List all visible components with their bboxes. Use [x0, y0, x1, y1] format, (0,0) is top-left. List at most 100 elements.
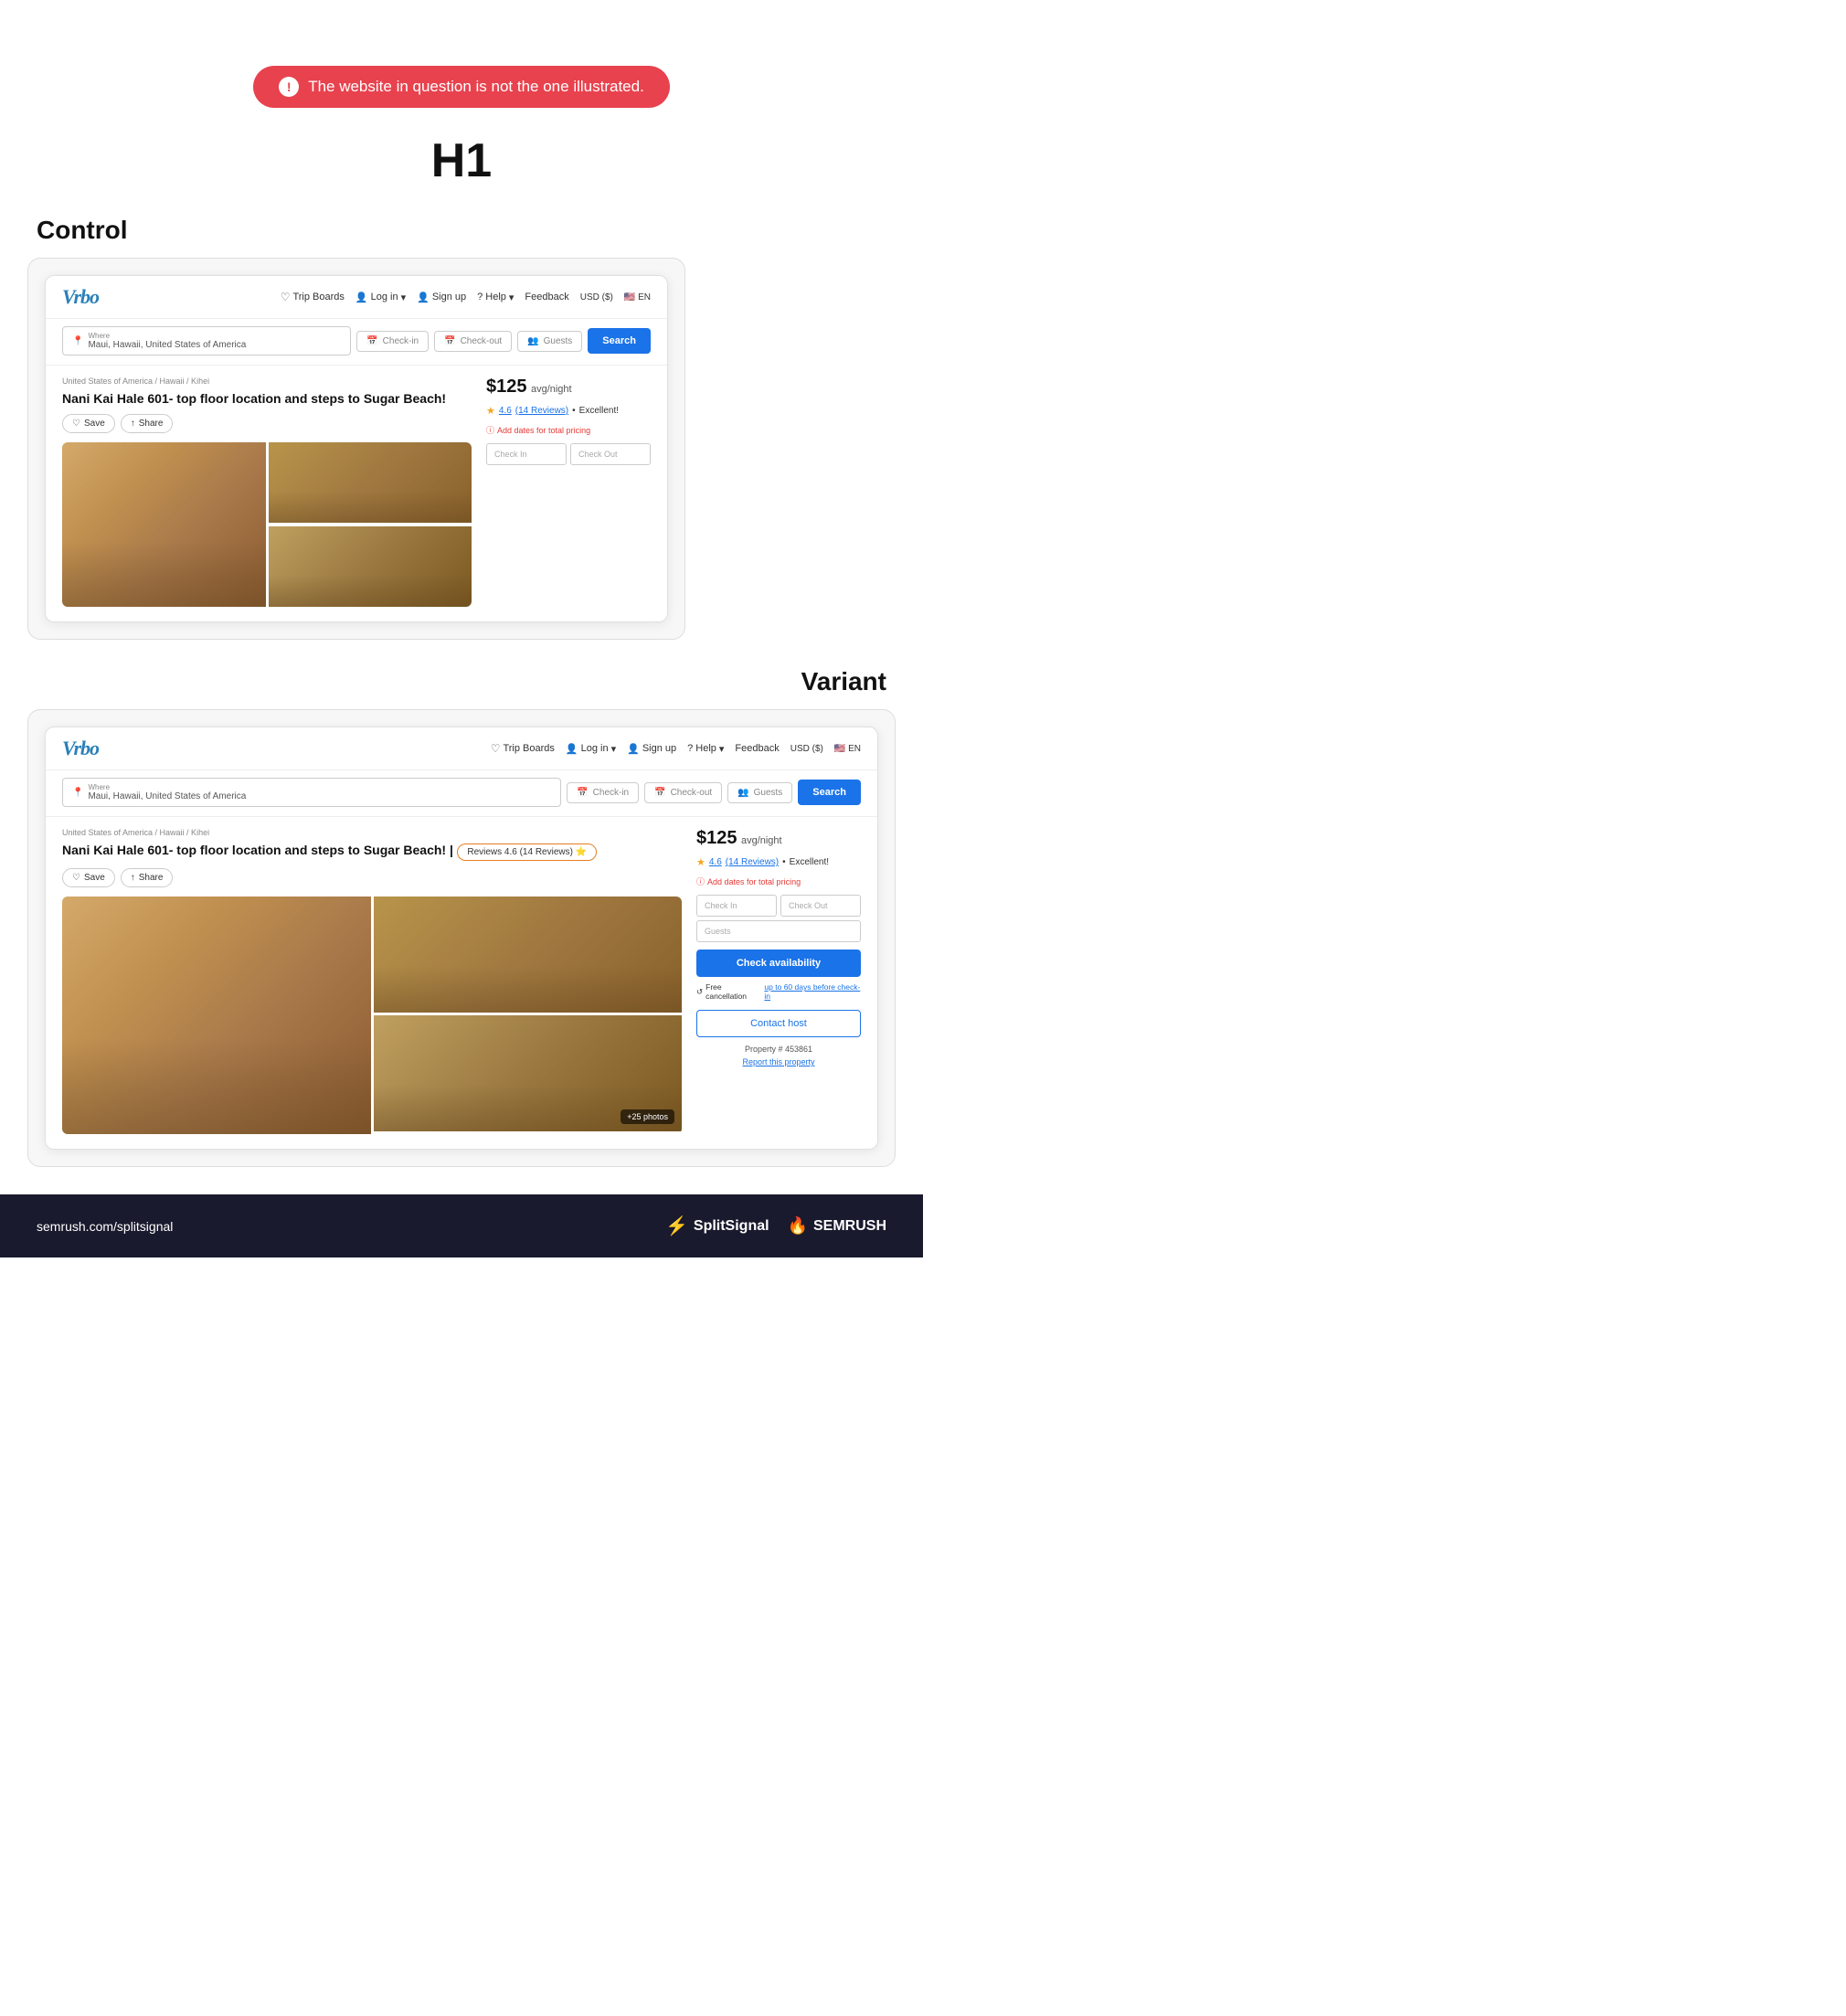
user-icon-v: 👤: [566, 743, 578, 755]
heart-icon: ♡: [281, 291, 291, 303]
variant-property-left: United States of America / Hawaii / Kihe…: [62, 828, 682, 1134]
splitsignal-icon: ⚡: [665, 1215, 688, 1237]
variant-save-button[interactable]: ♡ Save: [62, 868, 115, 887]
share-icon: ↑: [131, 419, 135, 429]
control-actions: ♡ Save ↑ Share: [62, 414, 472, 433]
info-icon: ⓘ: [486, 424, 494, 436]
variant-property-title: Nani Kai Hale 601- top floor location an…: [62, 843, 453, 857]
report-property-link[interactable]: Report this property: [696, 1057, 861, 1066]
chevron-icon: ▾: [401, 292, 407, 303]
control-where-input[interactable]: 📍 Where Maui, Hawaii, United States of A…: [62, 326, 351, 355]
control-save-button[interactable]: ♡ Save: [62, 414, 115, 433]
variant-signup[interactable]: 👤 Sign up: [627, 743, 676, 755]
control-pricing: $125 avg/night ★ 4.6 (14 Reviews) • Exce…: [486, 377, 651, 607]
control-property-left: United States of America / Hawaii / Kihe…: [62, 377, 472, 607]
variant-rating: ★ 4.6 (14 Reviews) • Excellent!: [696, 856, 861, 868]
variant-price: $125 avg/night: [696, 828, 861, 849]
control-rating: ★ 4.6 (14 Reviews) • Excellent!: [486, 405, 651, 417]
user-plus-icon-v: 👤: [627, 743, 640, 755]
variant-main-image[interactable]: [62, 897, 371, 1134]
variant-search-button[interactable]: Search: [798, 780, 861, 805]
control-search-bar: 📍 Where Maui, Hawaii, United States of A…: [46, 319, 667, 366]
variant-pricing: $125 avg/night ★ 4.6 (14 Reviews) • Exce…: [696, 828, 861, 1134]
alert-banner: ! The website in question is not the one…: [253, 66, 670, 108]
control-label: Control: [37, 216, 923, 245]
contact-host-button[interactable]: Contact host: [696, 1010, 861, 1037]
variant-checkin-input[interactable]: Check In: [696, 895, 777, 917]
variant-login[interactable]: 👤 Log in ▾: [566, 743, 616, 755]
guests-icon: 👥: [527, 336, 538, 346]
help-icon: ?: [477, 292, 483, 302]
calendar-icon-2: 📅: [444, 336, 455, 346]
control-trip-boards[interactable]: ♡ Trip Boards: [281, 291, 345, 303]
variant-window: Vrbo ♡ Trip Boards 👤 Log in ▾ 👤 Sign up …: [45, 727, 878, 1150]
property-number: Property # 453861: [696, 1045, 861, 1054]
control-help[interactable]: ? Help ▾: [477, 292, 514, 303]
variant-breadcrumb: United States of America / Hawaii / Kihe…: [62, 828, 682, 837]
variant-checkout-input[interactable]: Check Out: [780, 895, 861, 917]
heart-icon-v: ♡: [491, 742, 501, 755]
control-price: $125 avg/night: [486, 377, 651, 398]
variant-nav: ♡ Trip Boards 👤 Log in ▾ 👤 Sign up ? Hel…: [491, 742, 861, 755]
variant-label: Variant: [0, 667, 886, 696]
heart-save-icon-v: ♡: [72, 873, 80, 883]
help-icon-v: ?: [687, 743, 693, 754]
control-share-button[interactable]: ↑ Share: [121, 414, 174, 433]
control-language[interactable]: 🇺🇸 EN: [624, 292, 651, 302]
footer-url: semrush.com/splitsignal: [37, 1219, 173, 1234]
variant-guests[interactable]: 👥 Guests: [727, 782, 792, 803]
semrush-logo: 🔥 SEMRUSH: [788, 1216, 886, 1236]
variant-share-button[interactable]: ↑ Share: [121, 868, 174, 887]
calendar-icon-v: 📅: [577, 788, 588, 798]
heart-save-icon: ♡: [72, 419, 80, 429]
refresh-icon: ↺: [696, 987, 703, 997]
photos-count-overlay[interactable]: +25 photos: [621, 1109, 674, 1124]
control-search-button[interactable]: Search: [588, 328, 651, 354]
variant-help[interactable]: ? Help ▾: [687, 743, 724, 755]
control-checkout[interactable]: 📅 Check-out: [434, 331, 512, 352]
control-property-title: Nani Kai Hale 601- top floor location an…: [62, 390, 472, 407]
variant-reviews-badge[interactable]: Reviews 4.6 (14 Reviews) ⭐: [457, 844, 597, 861]
control-side-image-2[interactable]: [269, 526, 472, 607]
control-images: [62, 442, 472, 607]
calendar-icon: 📅: [366, 336, 377, 346]
control-login[interactable]: 👤 Log in ▾: [355, 292, 406, 303]
control-checkin-input[interactable]: Check In: [486, 443, 567, 465]
variant-property-content: United States of America / Hawaii / Kihe…: [46, 817, 877, 1149]
variant-vrbo-logo: Vrbo: [62, 737, 99, 760]
variant-feedback[interactable]: Feedback: [735, 743, 779, 754]
check-availability-button[interactable]: Check availability: [696, 950, 861, 977]
control-main-image[interactable]: [62, 442, 266, 607]
variant-checkout[interactable]: 📅 Check-out: [644, 782, 722, 803]
control-side-image-1[interactable]: [269, 442, 472, 523]
variant-side-image-1[interactable]: [374, 897, 683, 1013]
location-icon-v: 📍: [72, 788, 83, 798]
control-card: Vrbo ♡ Trip Boards 👤 Log in ▾ 👤 Sign up …: [27, 258, 685, 640]
control-signup[interactable]: 👤 Sign up: [417, 292, 466, 303]
footer: semrush.com/splitsignal ⚡ SplitSignal 🔥 …: [0, 1194, 923, 1257]
variant-trip-boards[interactable]: ♡ Trip Boards: [491, 742, 555, 755]
chevron-icon-v: ▾: [611, 743, 617, 755]
control-nav: ♡ Trip Boards 👤 Log in ▾ 👤 Sign up ? Hel…: [281, 291, 651, 303]
variant-where-input[interactable]: 📍 Where Maui, Hawaii, United States of A…: [62, 778, 561, 807]
variant-actions: ♡ Save ↑ Share: [62, 868, 682, 887]
control-checkout-input[interactable]: Check Out: [570, 443, 651, 465]
free-cancellation: ↺ Free cancellation up to 60 days before…: [696, 982, 861, 1001]
variant-checkin[interactable]: 📅 Check-in: [567, 782, 639, 803]
variant-currency[interactable]: USD ($): [790, 744, 823, 754]
variant-add-dates: ⓘ Add dates for total pricing: [696, 875, 861, 887]
guests-icon-v: 👥: [737, 788, 748, 798]
star-icon-v: ★: [696, 856, 706, 868]
share-icon-v: ↑: [131, 873, 135, 883]
control-checkin[interactable]: 📅 Check-in: [356, 331, 429, 352]
control-feedback[interactable]: Feedback: [525, 292, 568, 302]
control-guests[interactable]: 👥 Guests: [517, 331, 582, 352]
variant-language[interactable]: 🇺🇸 EN: [834, 744, 861, 754]
control-currency[interactable]: USD ($): [580, 292, 613, 302]
info-icon-v: ⓘ: [696, 875, 705, 887]
variant-side-image-2[interactable]: +25 photos: [374, 1015, 683, 1131]
variant-guests-input[interactable]: Guests: [696, 920, 861, 942]
alert-text: The website in question is not the one i…: [308, 78, 644, 96]
page-heading: H1: [0, 133, 923, 188]
control-breadcrumb: United States of America / Hawaii / Kihe…: [62, 377, 472, 386]
